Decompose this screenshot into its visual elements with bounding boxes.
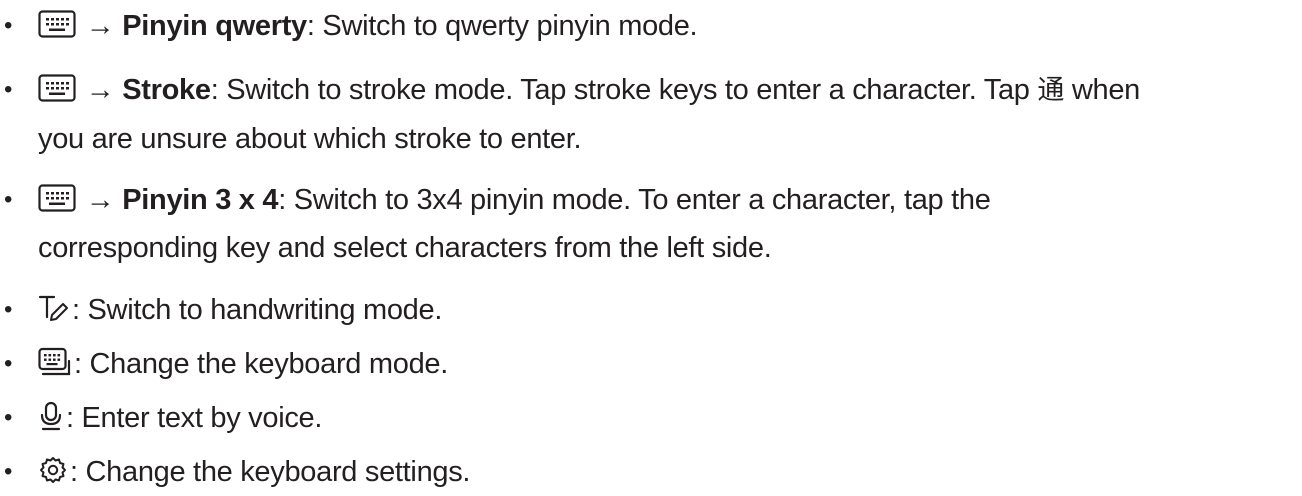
list-item-handwriting: • : Switch to handwriting mode. [0, 286, 1290, 334]
term-pinyin-qwerty: Pinyin qwerty [122, 10, 307, 42]
bullet: • [4, 76, 13, 103]
item-text: : Change the keyboard settings. [38, 448, 1290, 496]
bullet: • [4, 404, 13, 431]
bullet: • [4, 350, 13, 377]
description: : Change the keyboard settings. [70, 456, 471, 488]
description-line2: you are unsure about which stroke to ent… [38, 123, 582, 155]
description-line2: corresponding key and select characters … [38, 232, 772, 264]
item-text: : Change the keyboard mode. [38, 340, 1290, 388]
tong-key-glyph: 通 [1037, 75, 1065, 106]
item-text: → Pinyin 3 x 4: Switch to 3x4 pinyin mod… [38, 176, 1290, 272]
handwriting-icon [38, 293, 70, 323]
keyboard-icon [38, 184, 76, 212]
description: : Switch to handwriting mode. [72, 294, 443, 326]
list-item-keyboard-mode: • : Change the keyboard mode. [0, 340, 1290, 388]
bullet: • [4, 296, 13, 323]
description: : Switch to qwerty pinyin mode. [306, 10, 698, 42]
list-item-settings: • : Change the keyboard settings. [0, 448, 1290, 496]
term-pinyin-3x4: Pinyin 3 x 4 [122, 184, 279, 216]
bullet: • [4, 458, 13, 485]
list-item-pinyin-qwerty: • → Pinyin qwerty: Switch to qwerty piny… [0, 2, 1290, 50]
list-item-stroke: • → Stroke: Switch to stroke mode. Tap s… [0, 66, 1290, 163]
description: : Enter text by voice. [66, 402, 323, 434]
item-text: : Switch to handwriting mode. [38, 286, 1290, 334]
description: : Change the keyboard mode. [74, 348, 448, 380]
item-text: : Enter text by voice. [38, 394, 1290, 442]
description: : Switch to 3x4 pinyin mode. To enter a … [278, 184, 991, 216]
microphone-icon [38, 401, 64, 431]
keyboard-mode-icon [38, 347, 72, 377]
arrow: → [85, 74, 115, 106]
description-end: when [1071, 74, 1141, 106]
gear-icon [38, 455, 68, 485]
bullet: • [4, 12, 13, 39]
item-text: → Stroke: Switch to stroke mode. Tap str… [38, 66, 1290, 163]
bullet-list: • → Pinyin qwerty: Switch to qwerty piny… [0, 0, 1302, 495]
bullet: • [4, 186, 13, 213]
term-stroke: Stroke [122, 74, 211, 106]
keyboard-icon [38, 74, 76, 102]
description: : Switch to stroke mode. Tap stroke keys… [210, 74, 1030, 106]
arrow: → [85, 10, 115, 42]
item-text: → Pinyin qwerty: Switch to qwerty pinyin… [38, 2, 1290, 50]
list-item-voice: • : Enter text by voice. [0, 394, 1290, 442]
keyboard-icon [38, 10, 76, 38]
list-item-pinyin-3x4: • → Pinyin 3 x 4: Switch to 3x4 pinyin m… [0, 176, 1290, 272]
arrow: → [85, 184, 115, 216]
